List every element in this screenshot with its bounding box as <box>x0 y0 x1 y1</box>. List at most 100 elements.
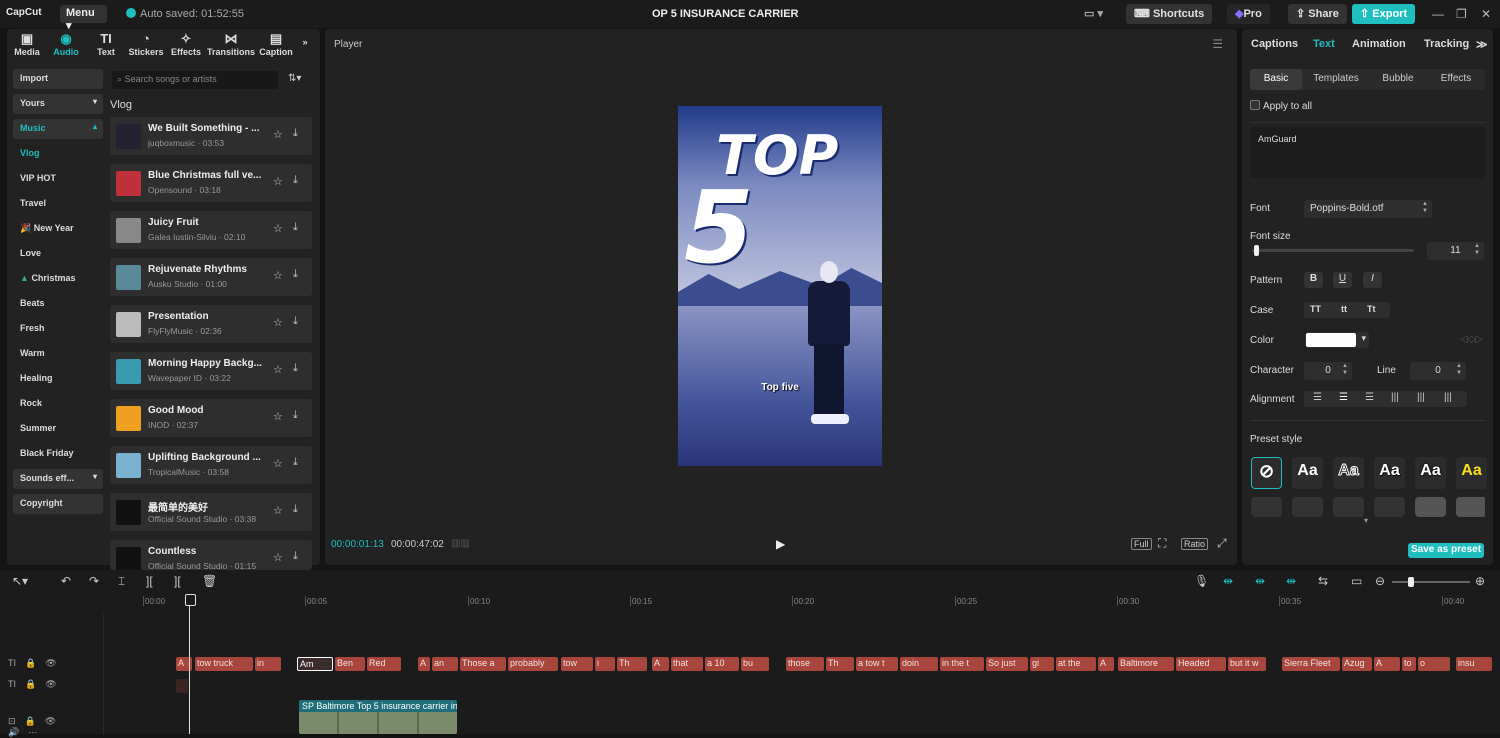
italic-button[interactable]: I <box>1363 272 1382 288</box>
category-vlog[interactable]: Vlog <box>13 144 103 164</box>
caption-clip[interactable]: tow truck <box>195 657 253 671</box>
caption-clip[interactable]: Th <box>617 657 647 671</box>
favorite-icon[interactable]: ☆ <box>273 457 283 470</box>
more-icon[interactable]: ⋯ <box>28 727 37 737</box>
song-item[interactable]: 最简单的美好 Official Sound Studio · 03:38 ☆ ⤓ <box>110 493 312 531</box>
select-cursor-icon[interactable]: ↖▾ <box>12 574 28 588</box>
caption-clip[interactable]: to <box>1402 657 1416 671</box>
preset-style-1[interactable]: Aa <box>1292 457 1323 489</box>
caption-clip[interactable]: doin <box>900 657 938 671</box>
tab-media[interactable]: ▣ Media <box>7 29 47 61</box>
category-christmas[interactable]: ▲ Christmas <box>13 269 103 289</box>
favorite-icon[interactable]: ☆ <box>273 363 283 376</box>
caption-clip[interactable]: probably <box>508 657 558 671</box>
subtab-templates[interactable]: Templates <box>1310 69 1362 90</box>
text-content-field[interactable]: AmGuard <box>1250 127 1485 178</box>
filter-icon[interactable]: ⇅▾ <box>288 73 301 84</box>
align-left-icon[interactable]: ☰ <box>1313 392 1322 403</box>
eye-icon[interactable]: 👁 <box>45 716 56 726</box>
caption-clip[interactable]: gi <box>1030 657 1054 671</box>
caption-clip[interactable]: o <box>1418 657 1450 671</box>
caption-clip[interactable]: Ben <box>335 657 365 671</box>
caption-clip[interactable]: insu <box>1456 657 1492 671</box>
caption-clip[interactable]: in <box>255 657 281 671</box>
zoom-out-icon[interactable]: ⊖ <box>1375 574 1385 588</box>
preset-style-7[interactable] <box>1292 497 1323 517</box>
font-size-input[interactable]: 11 ▲ ▼ <box>1427 242 1484 260</box>
share-button[interactable]: ⇪ Share <box>1288 4 1347 24</box>
full-button[interactable]: Full <box>1131 538 1152 550</box>
caption-clip[interactable]: A <box>418 657 430 671</box>
caption-clip[interactable]: A <box>1374 657 1400 671</box>
favorite-icon[interactable]: ☆ <box>273 410 283 423</box>
align-right-icon[interactable]: ☰ <box>1365 392 1374 403</box>
caption-clip[interactable]: in the t <box>940 657 984 671</box>
category-fresh[interactable]: Fresh <box>13 319 103 339</box>
preset-style-5[interactable]: Aa <box>1456 457 1487 489</box>
song-item[interactable]: Rejuvenate Rhythms Ausku Studio · 01:00 ☆ ⤓ <box>110 258 312 296</box>
caption-clip[interactable]: at the <box>1056 657 1096 671</box>
link-clips-icon[interactable]: ⇹ <box>1255 574 1265 588</box>
save-preset-button[interactable]: Save as preset <box>1408 543 1484 558</box>
category-rock[interactable]: Rock <box>13 394 103 414</box>
caption-clip[interactable]: a tow t <box>856 657 898 671</box>
song-item[interactable]: Uplifting Background ... TropicalMusic · … <box>110 446 312 484</box>
lock-icon[interactable]: 🔒 <box>25 716 36 726</box>
shortcuts-button[interactable]: ⌨ Shortcuts <box>1126 4 1213 24</box>
crop-icon[interactable]: ⛶ <box>1158 536 1166 551</box>
caption-clip[interactable]: bu <box>741 657 769 671</box>
category-yours[interactable]: Yours ▾ <box>13 94 103 114</box>
caption-clip[interactable]: tow <box>561 657 593 671</box>
download-icon[interactable]: ⤓ <box>293 127 298 140</box>
timeline[interactable]: 00:00 00:05 00:10 00:15 00:20 00:25 00:3… <box>0 594 1500 737</box>
zoom-handle[interactable] <box>1408 577 1414 587</box>
preset-style-11[interactable] <box>1456 497 1485 517</box>
category-import[interactable]: Import <box>13 69 103 89</box>
caption-clip[interactable]: but it w <box>1228 657 1266 671</box>
font-size-slider[interactable] <box>1252 245 1414 256</box>
category-copyright[interactable]: Copyright <box>13 494 103 514</box>
font-select[interactable]: Poppins-Bold.otf ▲ ▼ <box>1304 200 1432 218</box>
category-travel[interactable]: Travel <box>13 194 103 214</box>
audio-icon[interactable]: 🔊 <box>8 727 19 737</box>
microphone-icon[interactable]: 🎙 <box>1194 574 1209 588</box>
tab-caption[interactable]: ▤ Caption <box>255 29 297 61</box>
caption-clip[interactable]: Those a <box>460 657 506 671</box>
video-clip[interactable]: SP Baltimore Top 5 insurance carrier in <box>299 700 457 734</box>
caption-clip[interactable]: Headed <box>1176 657 1226 671</box>
preset-style-2[interactable]: Aa <box>1333 457 1364 489</box>
pro-button[interactable]: ◆Pro <box>1227 4 1270 24</box>
caption-clip[interactable]: A <box>652 657 669 671</box>
category-sounds-effects[interactable]: Sounds eff... ▾ <box>13 469 103 489</box>
replace-icon[interactable]: ⇆ <box>1318 574 1328 588</box>
subtab-bubble[interactable]: Bubble <box>1372 69 1424 90</box>
tab-stickers[interactable]: ◔ Stickers <box>127 29 165 61</box>
export-button[interactable]: ⇧ Export <box>1352 4 1416 24</box>
line-spacing-input[interactable]: 0 ▲ ▼ <box>1410 362 1466 380</box>
caption-clip[interactable]: that <box>671 657 703 671</box>
favorite-icon[interactable]: ☆ <box>273 128 283 141</box>
tab-transitions[interactable]: ⋈ Transitions <box>207 29 255 61</box>
subtab-basic[interactable]: Basic <box>1250 69 1302 90</box>
caption-clip[interactable]: i <box>595 657 615 671</box>
close-icon[interactable]: ✕ <box>1481 7 1491 21</box>
caption-clip[interactable]: Sierra Fleet <box>1282 657 1340 671</box>
search-input[interactable]: ⌕ Search songs or artists <box>112 71 278 89</box>
align-center-icon[interactable]: ☰ <box>1339 392 1348 403</box>
video-preview[interactable]: TOP 5 Top five <box>678 106 882 466</box>
chevron-down-icon[interactable]: ▾ <box>1364 516 1368 525</box>
vertical-align-bottom-icon[interactable]: ||| <box>1444 392 1452 403</box>
waveform-icon[interactable]: ▥▥ <box>451 538 470 549</box>
tab-text[interactable]: Text <box>1313 38 1335 50</box>
download-icon[interactable]: ⤓ <box>293 503 298 516</box>
ratio-button[interactable]: Ratio <box>1181 538 1209 550</box>
color-picker[interactable]: ▾ <box>1305 332 1369 348</box>
underline-button[interactable]: U <box>1333 272 1352 288</box>
keyframe-icon[interactable]: ◁◇▷ <box>1460 334 1483 345</box>
video-caption[interactable]: Top five <box>678 382 882 393</box>
zoom-in-icon[interactable]: ⊕ <box>1475 574 1485 588</box>
category-black-friday[interactable]: Black Friday <box>13 444 103 464</box>
song-item[interactable]: Blue Christmas full ve... Opensound · 03:… <box>110 164 312 202</box>
eye-icon[interactable]: 👁 <box>45 658 56 668</box>
caption-clip[interactable]: Baltimore <box>1118 657 1174 671</box>
